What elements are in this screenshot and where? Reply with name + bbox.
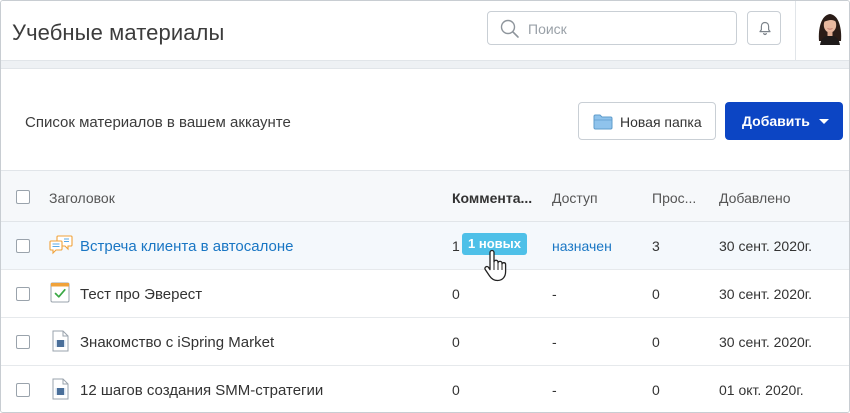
comments-count: 0 (452, 382, 460, 398)
hand-pointer-cursor-icon (484, 249, 507, 282)
column-header-added[interactable]: Добавлено (719, 190, 791, 206)
material-title[interactable]: Знакомство с iSpring Market (80, 334, 274, 351)
video-document-icon (52, 378, 69, 400)
column-header-comments[interactable]: Коммента... (452, 190, 532, 206)
column-header-title[interactable]: Заголовок (49, 190, 115, 206)
material-title-link[interactable]: Встреча клиента в автосалоне (80, 238, 293, 255)
row-checkbox[interactable] (16, 239, 30, 253)
bell-icon (759, 21, 771, 36)
app-window: Учебные материалы Поиск Список материало… (0, 0, 850, 413)
folder-icon (593, 114, 613, 130)
header-divider (795, 1, 796, 61)
table-header: Заголовок Коммента... Доступ Прос... Доб… (1, 170, 849, 222)
page-title: Учебные материалы (12, 20, 225, 45)
access-status-link[interactable]: назначен (552, 238, 612, 254)
column-header-access[interactable]: Доступ (552, 190, 598, 206)
user-avatar[interactable] (815, 11, 845, 45)
search-placeholder: Поиск (528, 21, 567, 37)
material-title[interactable]: Тест про Эверест (80, 286, 202, 303)
search-input[interactable]: Поиск (487, 11, 737, 45)
table-row[interactable]: 12 шагов создания SMM-стратегии 0 - 0 01… (1, 366, 849, 412)
row-checkbox[interactable] (16, 287, 30, 301)
row-checkbox[interactable] (16, 383, 30, 397)
table-row[interactable]: Тест про Эверест 0 - 0 30 сент. 2020г. (1, 270, 849, 318)
select-all-checkbox[interactable] (16, 190, 30, 204)
table-row[interactable]: Знакомство с iSpring Market 0 - 0 30 сен… (1, 318, 849, 366)
views-count: 0 (652, 382, 660, 398)
top-bar: Учебные материалы Поиск (1, 1, 849, 61)
add-button-label: Добавить (742, 113, 810, 129)
material-title[interactable]: 12 шагов создания SMM-стратегии (80, 382, 323, 399)
added-date: 30 сент. 2020г. (719, 334, 813, 350)
header-separator-strip (1, 61, 849, 69)
column-header-views[interactable]: Прос... (652, 190, 696, 206)
chevron-down-icon (819, 119, 829, 124)
new-folder-label: Новая папка (620, 114, 702, 130)
access-status: - (552, 382, 557, 398)
added-date: 01 окт. 2020г. (719, 382, 804, 398)
comments-count: 0 (452, 286, 460, 302)
views-count: 3 (652, 238, 660, 254)
materials-description: Список материалов в вашем аккаунте (25, 114, 291, 131)
access-status: - (552, 334, 557, 350)
video-document-icon (52, 330, 69, 352)
add-button[interactable]: Добавить (725, 102, 843, 140)
added-date: 30 сент. 2020г. (719, 286, 813, 302)
search-icon (500, 19, 519, 38)
views-count: 0 (652, 334, 660, 350)
views-count: 0 (652, 286, 660, 302)
table-row[interactable]: Встреча клиента в автосалоне 1 1 новых н… (1, 222, 849, 270)
notifications-button[interactable] (747, 11, 781, 45)
access-status: - (552, 286, 557, 302)
row-checkbox[interactable] (16, 335, 30, 349)
comments-count: 1 (452, 238, 460, 254)
comments-count: 0 (452, 334, 460, 350)
conversation-icon (49, 235, 73, 255)
added-date: 30 сент. 2020г. (719, 238, 813, 254)
quiz-icon (50, 282, 70, 303)
new-folder-button[interactable]: Новая папка (578, 102, 716, 140)
